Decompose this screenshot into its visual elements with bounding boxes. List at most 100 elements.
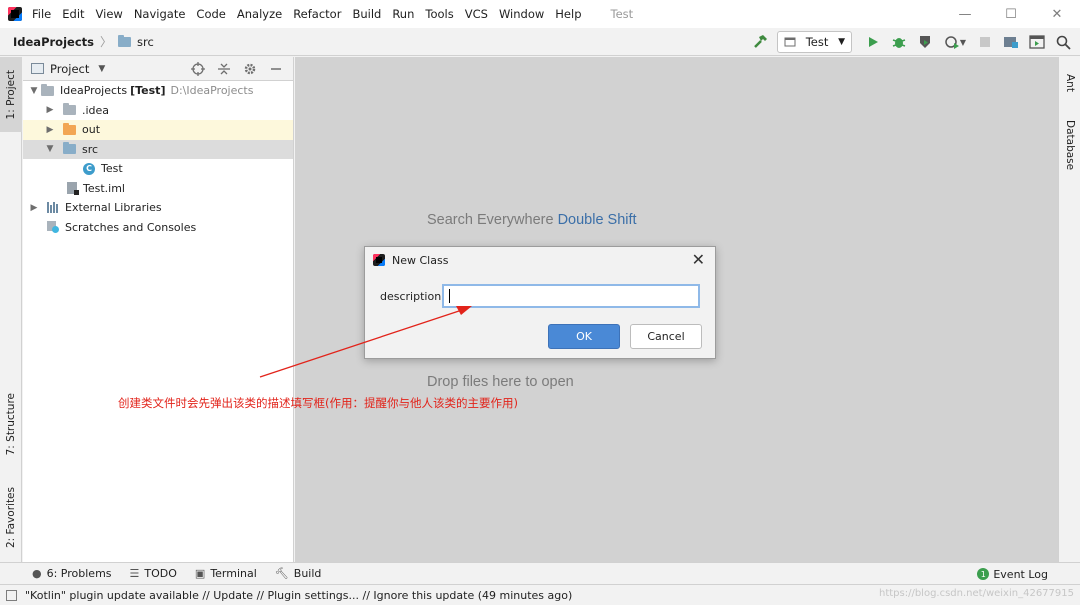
menu-code[interactable]: Code [196,7,225,21]
menu-refactor[interactable]: Refactor [293,7,341,21]
collapse-all-icon[interactable] [213,58,235,80]
left-tool-window-strip: 1: Project 7: Structure 2: Favorites [0,57,22,562]
tab-database-label: Database [1064,119,1076,171]
problems-icon: ● [32,567,42,580]
menu-vcs[interactable]: VCS [465,7,488,21]
chevron-down-icon[interactable]: ▼ [98,64,105,74]
locate-file-icon[interactable] [187,58,209,80]
status-message[interactable]: "Kotlin" plugin update available // Upda… [25,589,572,602]
breadcrumb-folder[interactable]: src [137,35,154,49]
title-bar: File Edit View Navigate Code Analyze Ref… [0,0,1080,28]
tree-item-label: External Libraries [65,201,162,215]
chevron-down-icon[interactable]: ▼ [27,86,41,96]
search-everywhere-hint: Search Everywhere Double Shift [427,212,637,228]
tree-item-root[interactable]: ▼ IdeaProjects [Test] D:\IdeaProjects [23,81,293,101]
terminal-icon: ▣ [194,567,206,580]
tab-structure[interactable]: 7: Structure [0,387,22,462]
build-hammer-icon[interactable] [748,30,772,54]
gear-icon[interactable] [239,58,261,80]
intellij-logo-icon [8,7,22,21]
tree-item-scratches[interactable]: Scratches and Consoles [23,218,293,238]
run-configuration-select[interactable]: Test ▼ [777,31,852,53]
tree-root-path: D:\IdeaProjects [170,84,254,98]
project-tool-window: Project ▼ ▼ IdeaProjects [Test] D:\IdeaP… [23,57,294,562]
tree-item-src[interactable]: ▼ src [23,139,293,159]
main-toolbar: Test ▼ ▼ [747,28,1076,56]
tab-event-log[interactable]: 1 Event Log [977,563,1048,585]
tab-build-label: Build [293,567,322,580]
chevron-right-icon[interactable]: ▶ [27,203,41,213]
tab-problems-label: 6: Problems [46,567,112,580]
hide-panel-icon[interactable] [265,58,287,80]
cancel-button[interactable]: Cancel [630,324,702,349]
tool-windows-toggle-icon[interactable] [6,589,17,601]
tree-item-label: out [82,123,101,137]
tab-terminal[interactable]: ▣ Terminal [195,567,257,580]
tab-terminal-label: Terminal [210,567,257,580]
dialog-title-bar: New Class [365,247,715,273]
profiler-icon[interactable]: ▼ [939,30,971,54]
tab-todo-label: TODO [144,567,177,580]
menu-window[interactable]: Window [499,7,544,21]
menu-navigate[interactable]: Navigate [134,7,186,21]
tab-event-log-label: Event Log [993,567,1048,581]
menu-build[interactable]: Build [352,7,381,21]
tree-item-idea[interactable]: ▶ .idea [23,101,293,121]
project-panel-title[interactable]: Project [50,62,89,76]
close-icon[interactable]: ✕ [692,250,705,269]
run-icon[interactable] [861,30,885,54]
tree-item-external-libraries[interactable]: ▶ External Libraries [23,198,293,218]
search-hint-text: Search Everywhere [427,212,554,228]
text-caret [449,289,450,303]
menu-file[interactable]: File [32,7,51,21]
drop-files-hint: Drop files here to open [427,374,574,390]
menu-view[interactable]: View [96,7,123,21]
maximize-button[interactable]: ☐ [988,0,1034,28]
tree-item-test-iml[interactable]: Test.iml [23,179,293,199]
menu-run[interactable]: Run [392,7,414,21]
tab-favorites[interactable]: 2: Favorites [0,477,22,557]
menu-edit[interactable]: Edit [62,7,84,21]
tab-build[interactable]: 🔨︎ Build [275,567,322,580]
search-icon[interactable] [1051,30,1075,54]
ok-button[interactable]: OK [548,324,620,349]
tree-item-test-class[interactable]: C Test [23,159,293,179]
run-configuration-label: Test [805,35,829,49]
tree-item-out[interactable]: ▶ out [23,120,293,140]
project-view-icon [31,63,44,74]
tree-item-label: Test [101,162,123,176]
breadcrumb-project[interactable]: IdeaProjects [13,35,94,49]
tab-problems[interactable]: ● 6: Problems [32,567,112,580]
search-hint-shortcut: Double Shift [557,212,637,228]
minimize-button[interactable]: — [942,0,988,28]
chevron-right-icon[interactable]: ▶ [43,105,57,115]
chevron-right-icon[interactable]: ▶ [43,125,57,135]
todo-list-icon: ☰ [129,567,140,580]
module-file-icon [67,182,79,196]
breadcrumb-separator-icon: 〉 [99,35,112,49]
debug-icon[interactable] [887,30,911,54]
coverage-icon[interactable] [913,30,937,54]
menu-tools[interactable]: Tools [425,7,453,21]
description-input[interactable] [442,284,700,308]
tab-todo[interactable]: ☰ TODO [130,567,177,580]
stop-icon[interactable] [973,30,997,54]
menu-analyze[interactable]: Analyze [237,7,282,21]
tab-ant[interactable]: Ant [1059,63,1080,103]
folder-icon [118,34,131,47]
run-anything-icon[interactable] [1025,30,1049,54]
status-bar: "Kotlin" plugin update available // Upda… [0,584,1080,605]
dialog-title: New Class [392,253,449,267]
chevron-down-icon: ▼ [838,37,845,47]
new-class-dialog: New Class ✕ description: OK Cancel [364,246,716,359]
project-structure-icon[interactable] [999,30,1023,54]
tab-project[interactable]: 1: Project [0,57,22,132]
tab-database[interactable]: Database [1059,113,1080,177]
project-panel-header: Project ▼ [23,57,293,81]
intellij-logo-icon [373,254,385,266]
close-window-button[interactable]: ✕ [1034,0,1080,28]
tree-item-label: .idea [82,103,110,117]
tab-ant-label: Ant [1064,74,1076,92]
menu-help[interactable]: Help [555,7,581,21]
chevron-down-icon[interactable]: ▼ [43,144,57,154]
